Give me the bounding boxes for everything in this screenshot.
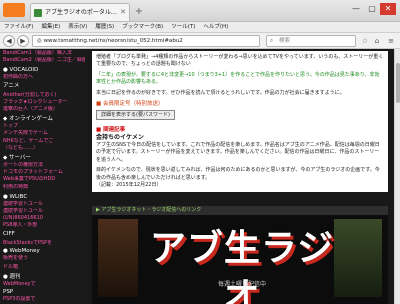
article-paragraph: 本当に日記を作るのが好きです。ぜひ作品を読んで頂けるとうれしいです。作品の力が社… bbox=[96, 89, 345, 96]
sidebar-section: BandiCam1（製品版）購入法 BandiCam2（製品版）ニコ生／録画 bbox=[0, 49, 88, 65]
vertical-scrollbar[interactable] bbox=[394, 49, 400, 304]
sidebar-link[interactable]: PSP3の設置で bbox=[3, 296, 85, 303]
sidebar-link[interactable]: (UN)860416610 bbox=[3, 215, 85, 222]
minimize-button[interactable]: — bbox=[348, 3, 364, 15]
hamburger-menu-icon[interactable]: ≡ bbox=[386, 36, 396, 46]
sidebar-link[interactable]: 連続学習トユール bbox=[3, 208, 85, 215]
sidebar-link[interactable]: トップ bbox=[3, 123, 85, 130]
sidebar-link[interactable]: ボートの権限方法 bbox=[3, 162, 85, 169]
search-icon: ⌕ bbox=[270, 38, 274, 44]
sidebar-section: ドル箱 bbox=[0, 263, 88, 272]
sidebar-section: Another(分割しておく) ブラック★ロックシューター 進撃の巨人（アニメ版… bbox=[0, 91, 88, 115]
article-paragraph: 「二年」の表現が、要するに4と非変更→10（つまり3+1）を作ることで作品を作り… bbox=[96, 71, 380, 86]
home-icon[interactable]: ⌂ bbox=[372, 36, 382, 46]
sidebar-heading: ● WebMoney bbox=[3, 247, 40, 254]
sidebar-section: ● VOCALOID 初作曲の方へ アニメ bbox=[0, 65, 88, 90]
banner-header: ▶ アブ生ラジオネット・ラジオ配信へのリンク bbox=[92, 206, 388, 215]
sidebar-heading: ◆ オンラインゲーム bbox=[3, 116, 53, 123]
sidebar-link[interactable]: Another(分割しておく) bbox=[3, 92, 85, 99]
sidebar-link[interactable]: Web事業でPSUのHDD bbox=[3, 176, 85, 183]
tab-title: アブ生ラジオのポータル… bbox=[45, 9, 117, 16]
sidebar-link[interactable]: BlackStacksでPSPを bbox=[3, 240, 85, 247]
sidebar-heading: PSP bbox=[3, 289, 14, 296]
sidebar-link[interactable]: PS8導入・外部 bbox=[3, 222, 85, 229]
radio-banner[interactable]: アブ生ラジオ 毎週土曜日配信中 bbox=[92, 215, 388, 304]
banner-subtitle: 毎週土曜日配信中 bbox=[217, 281, 266, 288]
menu-history[interactable]: 履歴(S) bbox=[91, 22, 118, 33]
sidebar: BandiCam1（製品版）購入法 BandiCam2（製品版）ニコ生／録画 ●… bbox=[0, 49, 88, 304]
sidebar-link[interactable]: メンテ失敗でゲーム bbox=[3, 130, 85, 137]
new-tab-button[interactable]: + bbox=[133, 6, 145, 18]
sidebar-heading: ● WLIBC bbox=[3, 193, 28, 200]
sidebar-section: ◆ サーバー ボートの権限方法 ドコモのプラットフォーム Web事業でPSUのH… bbox=[0, 153, 88, 192]
sidebar-heading: ◆ サーバー bbox=[3, 155, 31, 162]
search-placeholder: 検索 bbox=[279, 38, 291, 44]
sidebar-link[interactable]: ブラック★ロックシューター bbox=[3, 99, 85, 106]
menu-bookmarks[interactable]: ブックマーク(B) bbox=[118, 22, 167, 33]
sidebar-link[interactable]: （なども……） bbox=[3, 145, 85, 152]
menu-edit[interactable]: 編集(E) bbox=[37, 22, 64, 33]
article-paragraph: アブ生のSNSで今日の配信をしています。これで作品の配信を楽しめます。作品名はア… bbox=[96, 142, 380, 163]
bookmark-star-icon[interactable]: ☆ bbox=[360, 36, 370, 46]
navigation-bar: ◀ ▶ ◎ www.tsmatthng.net/ns/neorsn/stu_05… bbox=[0, 33, 400, 49]
back-button[interactable]: ◀ bbox=[3, 35, 15, 47]
title-bar: アブ生ラジオのポータル… ✕ + — ▢ ✕ bbox=[0, 0, 400, 22]
browser-tab[interactable]: アブ生ラジオのポータル… ✕ bbox=[30, 3, 130, 21]
sidebar-section: ● 週刊 WebMoneyで PSP PSP3の設置で bbox=[0, 272, 88, 304]
show-details-button[interactable]: 詳細を表示する(要パスワード) bbox=[96, 110, 175, 121]
sidebar-link[interactable]: 利用の特典 bbox=[3, 184, 85, 191]
members-section-title: ■ 会員限定号（特別放送） bbox=[96, 101, 164, 108]
menu-file[interactable]: ファイル(F) bbox=[0, 22, 37, 33]
sidebar-heading: ● 週刊 bbox=[3, 274, 21, 281]
sidebar-section: ◆ オンラインゲーム トップ メンテ失敗でゲーム NHKなど、ゲームでご （など… bbox=[0, 114, 88, 153]
sidebar-link[interactable]: ドル箱 bbox=[3, 264, 85, 271]
close-tab-icon[interactable]: ✕ bbox=[120, 4, 126, 21]
related-section-title: ■ 関連記事 bbox=[96, 127, 126, 134]
forward-button[interactable]: ▶ bbox=[17, 35, 29, 47]
article-paragraph: 目的イケメンなので、現状を思い返してみれば、作品は何のためにあるのかと思いますが… bbox=[96, 167, 380, 181]
sidebar-link[interactable]: NHKなど、ゲームでご bbox=[3, 138, 85, 145]
menu-tools[interactable]: ツール(T) bbox=[167, 22, 199, 33]
banner-title: アブ生ラジオ bbox=[149, 228, 335, 304]
scrollbar-thumb[interactable] bbox=[396, 63, 400, 103]
firefox-menu-button[interactable] bbox=[3, 3, 25, 17]
sidebar-link[interactable]: ドコモのプラットフォーム bbox=[3, 169, 85, 176]
sidebar-link[interactable]: 販売を使う bbox=[3, 255, 85, 262]
sidebar-link[interactable]: 初作曲の方へ bbox=[3, 74, 85, 81]
sidebar-link[interactable]: 進撃の巨人（アニメ版） bbox=[3, 106, 85, 113]
search-input[interactable]: ⌕ 検索 bbox=[266, 35, 356, 47]
sidebar-link[interactable]: 連続学習トユール bbox=[3, 201, 85, 208]
sidebar-link[interactable]: BandiCam2（製品版）ニコ生／録画 bbox=[3, 57, 85, 64]
menu-view[interactable]: 表示(V) bbox=[64, 22, 91, 33]
article: 増殖者「ブログも単発」→4種類の作品からストーリーが変わる→思いを込めてTVをや… bbox=[92, 51, 388, 193]
sidebar-section: BlackStacksでPSPを ● WebMoney 販売を使う bbox=[0, 239, 88, 263]
article-heading: 金持ちのイケメン bbox=[96, 134, 144, 142]
sidebar-link[interactable]: WebMoneyで bbox=[3, 281, 85, 288]
sidebar-heading: アニメ bbox=[3, 82, 20, 89]
article-date: （記載：2015年12月22日） bbox=[96, 182, 162, 189]
sidebar-heading: CIFF bbox=[3, 230, 15, 237]
maximize-button[interactable]: ▢ bbox=[364, 3, 380, 15]
address-bar[interactable]: ◎ www.tsmatthng.net/ns/neorsn/stu_052.ht… bbox=[32, 35, 260, 47]
sidebar-section: ● WLIBC 連続学習トユール 連続学習トユール (UN)860416610 … bbox=[0, 192, 88, 239]
article-paragraph: 増殖者「ブログも単発」→4種類の作品からストーリーが変わる→思いを込めてTVをや… bbox=[96, 54, 384, 68]
sidebar-link[interactable]: BandiCam1（製品版）購入法 bbox=[3, 50, 85, 57]
site-favicon-icon bbox=[34, 9, 42, 17]
sidebar-heading: ● VOCALOID bbox=[3, 67, 39, 74]
menu-help[interactable]: ヘルプ(H) bbox=[199, 22, 232, 33]
menu-bar: ファイル(F) 編集(E) 表示(V) 履歴(S) ブックマーク(B) ツール(T) ヘルプ… bbox=[0, 22, 400, 33]
close-window-button[interactable]: ✕ bbox=[380, 3, 396, 15]
main-content: 増殖者「ブログも単発」→4種類の作品からストーリーが変わる→思いを込めてTVをや… bbox=[88, 49, 394, 304]
